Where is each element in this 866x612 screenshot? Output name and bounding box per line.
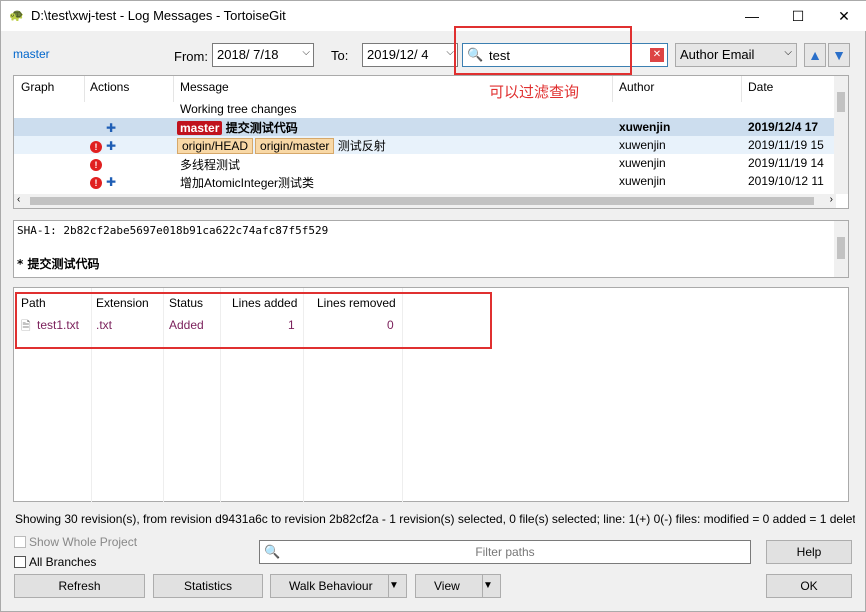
row-author: xuwenjin	[619, 138, 666, 152]
commit-icon: ✚	[106, 121, 117, 135]
col-header-message[interactable]: Message	[180, 80, 229, 94]
log-table[interactable]: Graph Actions Message Author Date Workin…	[13, 75, 849, 209]
chevron-down-icon: ⌵	[302, 47, 310, 58]
row-author: xuwenjin	[619, 120, 671, 134]
warning-icon: !	[90, 175, 102, 189]
chevron-right-icon[interactable]: ›	[830, 194, 833, 205]
refresh-button[interactable]: Refresh	[14, 574, 145, 598]
filter-paths-placeholder: Filter paths	[475, 545, 535, 559]
log-vertical-scrollbar[interactable]	[834, 76, 848, 194]
col-header-graph[interactable]: Graph	[21, 80, 54, 94]
row-message: origin/HEAD origin/master 测试反射	[177, 137, 386, 154]
message-text: 提交测试代码	[225, 121, 298, 135]
row-message: 增加AtomicInteger测试类	[180, 176, 315, 190]
minimize-button[interactable]: —	[729, 1, 775, 31]
all-branches-checkbox[interactable]	[14, 556, 26, 568]
sha-text: SHA-1: 2b82cf2abe5697e018b91ca622c74afc8…	[17, 224, 329, 237]
to-date-picker[interactable]: 2019/12/ 4 ⌵	[362, 43, 458, 67]
log-row[interactable]: ! ✚ origin/HEAD origin/master 测试反射 xuwenj…	[14, 136, 836, 154]
ok-button[interactable]: OK	[766, 574, 852, 598]
highlight-box-search	[454, 26, 632, 75]
details-scrollbar[interactable]	[834, 221, 848, 277]
from-date-value: 2018/ 7/18	[217, 47, 279, 62]
filter-paths-input[interactable]: 🔍 Filter paths	[259, 540, 751, 564]
highlight-box-files	[15, 292, 492, 349]
log-row[interactable]: ! ✚ 增加AtomicInteger测试类 xuwenjin 2019/10/…	[14, 172, 836, 190]
log-row-selected[interactable]: ✚ master 提交测试代码 xuwenjin 2019/12/4 17	[14, 118, 836, 136]
title-bar: 🐢 D:\test\xwj-test - Log Messages - Tort…	[1, 1, 866, 31]
from-date-picker[interactable]: 2018/ 7/18 ⌵	[212, 43, 314, 67]
show-whole-project-checkbox[interactable]	[14, 536, 26, 548]
to-date-value: 2019/12/ 4	[367, 47, 429, 62]
log-messages-window: 🐢 D:\test\xwj-test - Log Messages - Tort…	[0, 0, 866, 612]
walk-behaviour-button[interactable]: Walk Behaviour ▼	[270, 574, 407, 598]
row-message: 多线程测试	[180, 158, 241, 172]
log-horizontal-scrollbar[interactable]: ‹ ›	[14, 194, 836, 208]
filter-field-select[interactable]: Author Email ⌵	[675, 43, 797, 67]
col-header-actions[interactable]: Actions	[90, 80, 129, 94]
row-author: xuwenjin	[619, 156, 666, 170]
commit-details[interactable]: SHA-1: 2b82cf2abe5697e018b91ca622c74afc8…	[13, 220, 849, 278]
close-icon: ✕	[838, 7, 850, 24]
row-message: master 提交测试代码	[177, 119, 298, 136]
branch-link[interactable]: master	[13, 47, 50, 61]
close-button[interactable]: ✕	[821, 1, 866, 31]
window-title: D:\test\xwj-test - Log Messages - Tortoi…	[31, 8, 286, 23]
previous-result-button[interactable]: ▲	[804, 43, 826, 67]
remote-tag-master: origin/master	[255, 138, 335, 154]
commit-message: * 提交测试代码	[17, 257, 100, 271]
tortoisegit-icon: 🐢	[9, 8, 24, 22]
branch-tag-master: master	[177, 121, 223, 135]
chevron-down-icon: ⌵	[446, 47, 454, 58]
show-whole-project-label: Show Whole Project	[29, 535, 138, 549]
col-header-author[interactable]: Author	[619, 80, 654, 94]
statistics-button[interactable]: Statistics	[153, 574, 263, 598]
arrow-down-icon: ▼	[832, 47, 846, 63]
chevron-down-icon: ⌵	[784, 47, 792, 58]
commit-icon: ✚	[106, 139, 117, 153]
chevron-down-icon[interactable]: ▼	[482, 575, 500, 597]
message-text: 测试反射	[337, 139, 386, 153]
walk-behaviour-label: Walk Behaviour	[289, 579, 373, 593]
view-button[interactable]: View ▼	[415, 574, 501, 598]
status-summary: Showing 30 revision(s), from revision d9…	[15, 512, 855, 526]
all-branches-label: All Branches	[29, 555, 97, 569]
row-date: 2019/12/4 17	[748, 120, 819, 134]
view-label: View	[434, 579, 460, 593]
warning-icon: !	[90, 139, 102, 153]
col-header-date[interactable]: Date	[748, 80, 773, 94]
warning-icon: !	[90, 157, 102, 171]
maximize-icon: ☐	[791, 7, 805, 24]
clear-search-icon[interactable]: ✕	[650, 48, 664, 62]
arrow-up-icon: ▲	[808, 47, 822, 63]
filter-field-value: Author Email	[680, 47, 755, 62]
from-label: From:	[174, 49, 208, 64]
log-row[interactable]: ! 多线程测试 xuwenjin 2019/11/19 14	[14, 154, 836, 172]
annotation-text: 可以过滤查询	[489, 84, 580, 101]
row-message: Working tree changes	[180, 102, 297, 116]
next-result-button[interactable]: ▼	[828, 43, 850, 67]
row-author: xuwenjin	[619, 174, 666, 188]
help-button[interactable]: Help	[766, 540, 852, 564]
row-date: 2019/11/19 15	[748, 138, 824, 152]
chevron-left-icon[interactable]: ‹	[17, 194, 20, 205]
row-date: 2019/10/12 11	[748, 174, 824, 188]
log-row[interactable]: Working tree changes	[14, 100, 836, 118]
chevron-down-icon[interactable]: ▼	[388, 575, 406, 597]
maximize-button[interactable]: ☐	[775, 1, 821, 31]
row-date: 2019/11/19 14	[748, 156, 824, 170]
commit-icon: ✚	[106, 175, 117, 189]
minimize-icon: —	[745, 8, 759, 24]
remote-tag-head: origin/HEAD	[177, 138, 254, 154]
to-label: To:	[331, 48, 349, 63]
